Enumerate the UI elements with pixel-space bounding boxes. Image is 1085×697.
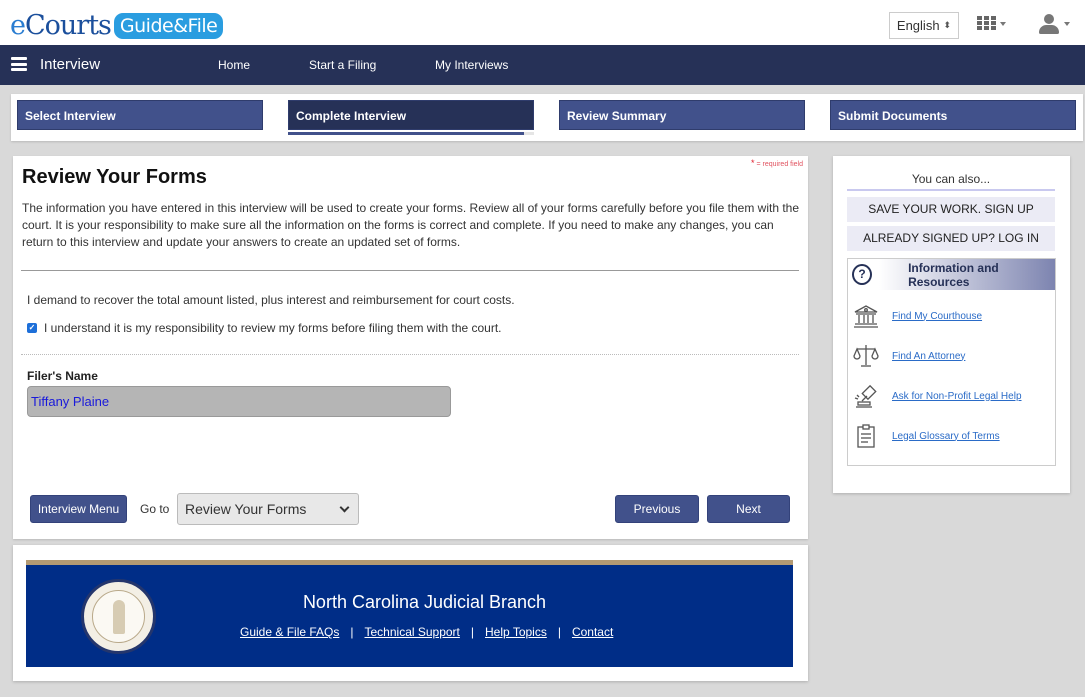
user-icon: [1039, 14, 1059, 34]
page-title: Review Your Forms: [22, 166, 207, 188]
intro-text: The information you have entered in this…: [22, 201, 800, 249]
grid-icon: [977, 16, 996, 31]
logo-ecourts-text: eCourts: [10, 10, 112, 41]
step-progress-bar: [288, 132, 534, 135]
ecourts-logo[interactable]: eCourts Guide&File: [10, 10, 224, 41]
gavel-icon: [852, 383, 880, 409]
info-resources-box: ? Information and Resources Find My Cour…: [847, 258, 1056, 466]
chevron-down-icon: [339, 502, 350, 512]
footer-separator: |: [350, 625, 354, 639]
signup-button[interactable]: SAVE YOUR WORK. SIGN UP: [847, 197, 1055, 222]
logo-e: e: [10, 10, 26, 41]
info-resources-title: Information and Resources: [908, 260, 999, 289]
divider: [21, 270, 799, 271]
resource-link-legal-help[interactable]: Ask for Non-Profit Legal Help: [892, 391, 1022, 402]
footer-title: North Carolina Judicial Branch: [302, 592, 547, 612]
footer-link-faqs[interactable]: Guide & File FAQs: [240, 625, 339, 639]
step-submit-documents[interactable]: Submit Documents: [830, 100, 1076, 130]
required-field-note: * = required field: [751, 158, 803, 168]
resource-link-attorney[interactable]: Find An Attorney: [892, 351, 965, 362]
footer-links: Guide & File FAQs | Technical Support | …: [240, 625, 613, 639]
nav-link-my-interviews[interactable]: My Interviews: [435, 58, 508, 72]
resource-item[interactable]: Find An Attorney: [852, 343, 965, 369]
required-note-text: = required field: [754, 161, 803, 168]
acknowledge-checkbox[interactable]: ✓: [27, 323, 37, 333]
goto-select[interactable]: Review Your Forms: [177, 493, 359, 525]
footer-separator: |: [557, 625, 561, 639]
caret-down-icon: [1064, 22, 1070, 26]
scales-icon: [852, 343, 880, 369]
review-forms-panel: * = required field Review Your Forms The…: [13, 156, 808, 539]
clipboard-icon: [852, 423, 880, 449]
sort-arrows-icon: ⬍: [943, 20, 952, 30]
acknowledge-label: I understand it is my responsibility to …: [44, 321, 502, 335]
logo-courts: Courts: [24, 10, 112, 41]
apps-menu-button[interactable]: [977, 16, 1006, 31]
resource-item[interactable]: Find My Courthouse: [852, 303, 982, 329]
interview-menu-button[interactable]: Interview Menu: [30, 495, 127, 523]
caret-down-icon: [1000, 21, 1006, 26]
filer-name-input[interactable]: Tiffany Plaine: [27, 386, 451, 417]
step-review-summary[interactable]: Review Summary: [559, 100, 805, 130]
logo-guide-file-badge: Guide&File: [113, 13, 224, 39]
step-select-interview[interactable]: Select Interview: [17, 100, 263, 130]
nav-link-start-filing[interactable]: Start a Filing: [309, 58, 376, 72]
progress-steps: Select Interview Complete Interview Revi…: [11, 94, 1083, 141]
nav-title: Interview: [40, 56, 101, 73]
hamburger-icon[interactable]: [11, 57, 27, 71]
footer: North Carolina Judicial Branch Guide & F…: [26, 560, 793, 667]
acknowledge-checkbox-row[interactable]: ✓ I understand it is my responsibility t…: [27, 321, 502, 335]
nav-link-home[interactable]: Home: [218, 58, 250, 72]
resource-link-courthouse[interactable]: Find My Courthouse: [892, 311, 982, 322]
top-header: eCourts Guide&File English ⬍: [0, 0, 1085, 45]
sidebar: You can also... SAVE YOUR WORK. SIGN UP …: [833, 156, 1070, 493]
resource-link-glossary[interactable]: Legal Glossary of Terms: [892, 431, 1000, 442]
sidebar-heading: You can also...: [847, 172, 1055, 191]
footer-link-help-topics[interactable]: Help Topics: [485, 625, 547, 639]
footer-separator: |: [470, 625, 475, 639]
resource-item[interactable]: Ask for Non-Profit Legal Help: [852, 383, 1022, 409]
nc-judicial-seal-logo: [81, 579, 156, 654]
language-value: English: [896, 18, 940, 33]
previous-button[interactable]: Previous: [615, 495, 699, 523]
login-button[interactable]: ALREADY SIGNED UP? LOG IN: [847, 226, 1055, 251]
question-circle-icon: ?: [852, 264, 873, 285]
filer-name-label: Filer's Name: [27, 369, 98, 383]
footer-card: North Carolina Judicial Branch Guide & F…: [13, 545, 808, 681]
demand-statement: I demand to recover the total amount lis…: [27, 293, 515, 307]
goto-value: Review Your Forms: [185, 501, 307, 517]
next-button[interactable]: Next: [707, 495, 790, 523]
info-resources-header: ? Information and Resources: [848, 259, 1055, 290]
language-select[interactable]: English ⬍: [889, 12, 959, 39]
footer-link-technical-support[interactable]: Technical Support: [365, 625, 460, 639]
dotted-divider: [21, 354, 799, 355]
goto-label: Go to: [140, 502, 170, 516]
resource-item[interactable]: Legal Glossary of Terms: [852, 423, 1000, 449]
main-navbar: Interview Home Start a Filing My Intervi…: [0, 45, 1085, 85]
step-complete-interview[interactable]: Complete Interview: [288, 100, 534, 130]
courthouse-icon: [852, 303, 880, 329]
step-progress-fill: [288, 132, 525, 135]
footer-link-contact[interactable]: Contact: [572, 625, 613, 639]
user-menu-button[interactable]: [1039, 14, 1070, 34]
